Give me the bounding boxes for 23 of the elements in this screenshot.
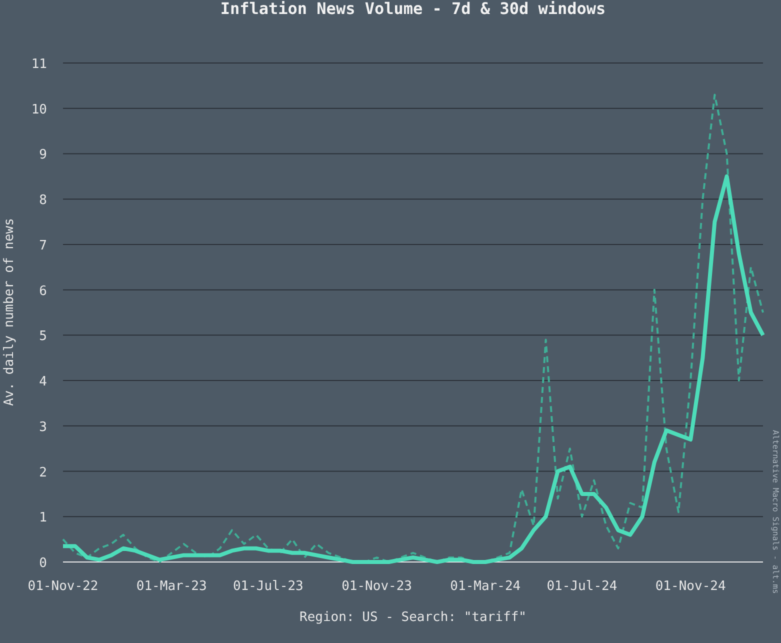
x-axis-title: Region: US - Search: "tariff" [300, 610, 526, 625]
y-tick-label: 11 [31, 57, 47, 72]
x-tick-label: 01-Jul-24 [546, 579, 618, 594]
y-tick-label: 3 [39, 420, 47, 435]
y-tick-label: 5 [39, 329, 47, 344]
y-tick-label: 9 [39, 148, 47, 163]
y-tick-label: 7 [39, 238, 47, 254]
x-tick-label: 01-Mar-23 [136, 579, 207, 594]
x-tick-label: 01-Nov-24 [655, 579, 726, 594]
y-tick-label: 4 [39, 374, 47, 390]
chart-title: Inflation News Volume - 7d & 30d windows [220, 0, 606, 18]
x-tick-label: 01-Nov-22 [28, 579, 98, 594]
y-tick-label: 8 [39, 193, 47, 208]
y-tick-label: 0 [39, 556, 47, 571]
x-tick-label: 01-Jul-23 [232, 579, 304, 594]
x-tick-label: 01-Nov-23 [342, 579, 412, 594]
y-tick-label: 1 [39, 510, 47, 526]
y-tick-label: 6 [39, 284, 47, 299]
y-tick-label: 2 [39, 465, 47, 480]
x-tick-label: 01-Mar-24 [450, 579, 521, 594]
y-tick-label: 10 [31, 102, 47, 118]
source-credit: Alternative Macro Signals - alt.ms [771, 430, 780, 594]
y-axis-title: Av. daily number of news [2, 218, 17, 406]
